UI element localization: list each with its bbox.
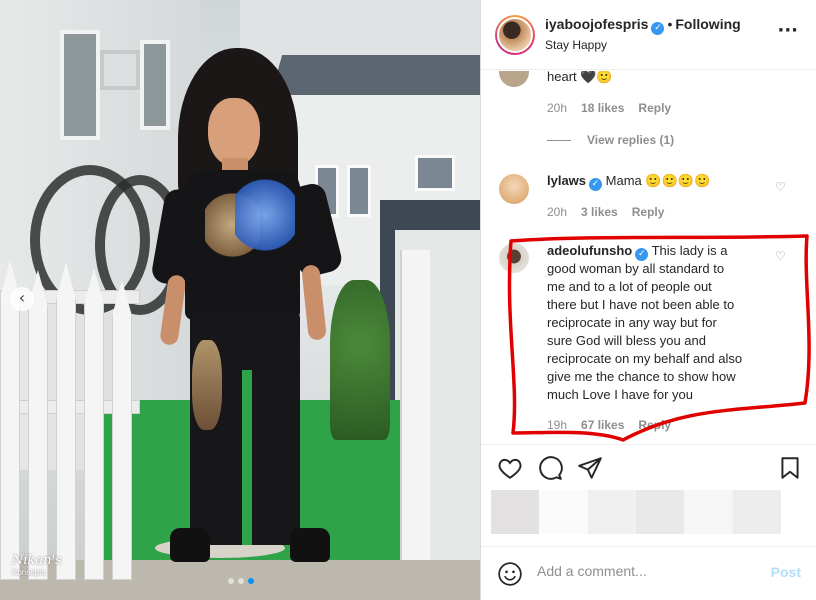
comment-time[interactable]: 20h [547, 101, 567, 115]
carousel-dot [238, 578, 244, 584]
comment-text-line: there but I have not been able to [547, 297, 735, 312]
post-header: iyaboojofespris ✓ • Following Stay Happy ··… [481, 0, 816, 70]
add-comment-input[interactable] [537, 563, 757, 579]
person [150, 40, 345, 600]
commenter-avatar[interactable] [499, 243, 529, 273]
comment-time[interactable]: 20h [547, 205, 567, 219]
emoji-smiley-icon[interactable] [497, 561, 523, 587]
comment-meta: 19h 67 likes Reply [547, 418, 671, 432]
watermark-logo: Nikan's Konsepts [12, 553, 62, 577]
comment-text-line: This lady is a [651, 243, 728, 258]
gate-post [400, 250, 430, 600]
carousel-dots [228, 578, 254, 584]
carousel-dot-active [248, 578, 254, 584]
post-sidebar: iyaboojofespris ✓ • Following Stay Happy ··… [480, 0, 816, 600]
chevron-left-icon[interactable]: ‹ [10, 287, 34, 311]
comment-likes[interactable]: 18 likes [581, 101, 624, 115]
reply-button[interactable]: Reply [632, 205, 665, 219]
author-username[interactable]: iyaboojofespris [545, 16, 648, 32]
post-location[interactable]: Stay Happy [545, 38, 607, 52]
like-comment-heart-icon[interactable]: ♡ [775, 249, 786, 263]
add-comment-bar: Post [481, 546, 816, 600]
commenter-username[interactable]: adeolufunsho [547, 243, 632, 258]
comment-text-line: reciprocate in any way but for [547, 315, 717, 330]
comment-text-line: me and to a lot of people out [547, 279, 712, 294]
carousel-dot [228, 578, 234, 584]
commenter-avatar[interactable] [499, 71, 529, 87]
more-options-icon[interactable]: ··· [777, 22, 798, 40]
save-bookmark-icon[interactable] [777, 455, 803, 481]
share-paper-plane-icon[interactable] [577, 455, 603, 481]
comment-time[interactable]: 19h [547, 418, 567, 432]
comment-text-line: reciprocate on my behalf and also [547, 351, 743, 366]
verified-badge-icon: ✓ [589, 178, 603, 191]
like-heart-icon[interactable] [497, 455, 523, 481]
comment-text-body: good woman by all standard to me and to … [547, 260, 777, 404]
like-comment-heart-icon[interactable]: ♡ [775, 180, 786, 194]
comment-bubble-icon[interactable] [537, 455, 563, 481]
post-comment-button[interactable]: Post [771, 564, 801, 580]
post-photo[interactable]: Nikan's Konsepts ‹ [0, 0, 480, 600]
comment-text: Mama 🙂🙂🙂🙂 [605, 173, 711, 188]
commenter-username[interactable]: lylaws [547, 173, 586, 188]
header-separator: • [667, 16, 673, 32]
reply-button[interactable]: Reply [638, 418, 671, 432]
comment-meta: 20h 3 likes Reply [547, 205, 664, 219]
comment-meta: 20h 18 likes Reply [547, 101, 671, 115]
reply-button[interactable]: Reply [638, 101, 671, 115]
comment-likes[interactable]: 67 likes [581, 418, 624, 432]
comment-text: heart 🖤🙂 [547, 71, 613, 84]
author-avatar[interactable] [495, 15, 535, 55]
comment-text-line: give me the chance to show how [547, 369, 736, 384]
liked-by-blurred [491, 490, 781, 534]
following-button[interactable]: Following [675, 16, 740, 32]
comment-likes[interactable]: 3 likes [581, 205, 618, 219]
view-replies-button[interactable]: View replies (1) [547, 133, 674, 147]
comment-text-line: much Love I have for you [547, 387, 693, 402]
comment-text-line: sure God will bless you and [547, 333, 706, 348]
comment-text-line: good woman by all standard to [547, 261, 725, 276]
verified-badge-icon: ✓ [651, 22, 665, 35]
post-actions [481, 444, 816, 484]
commenter-avatar[interactable] [499, 174, 529, 204]
comments-list: heart 🖤🙂 20h 18 likes Reply View replies… [481, 71, 816, 444]
